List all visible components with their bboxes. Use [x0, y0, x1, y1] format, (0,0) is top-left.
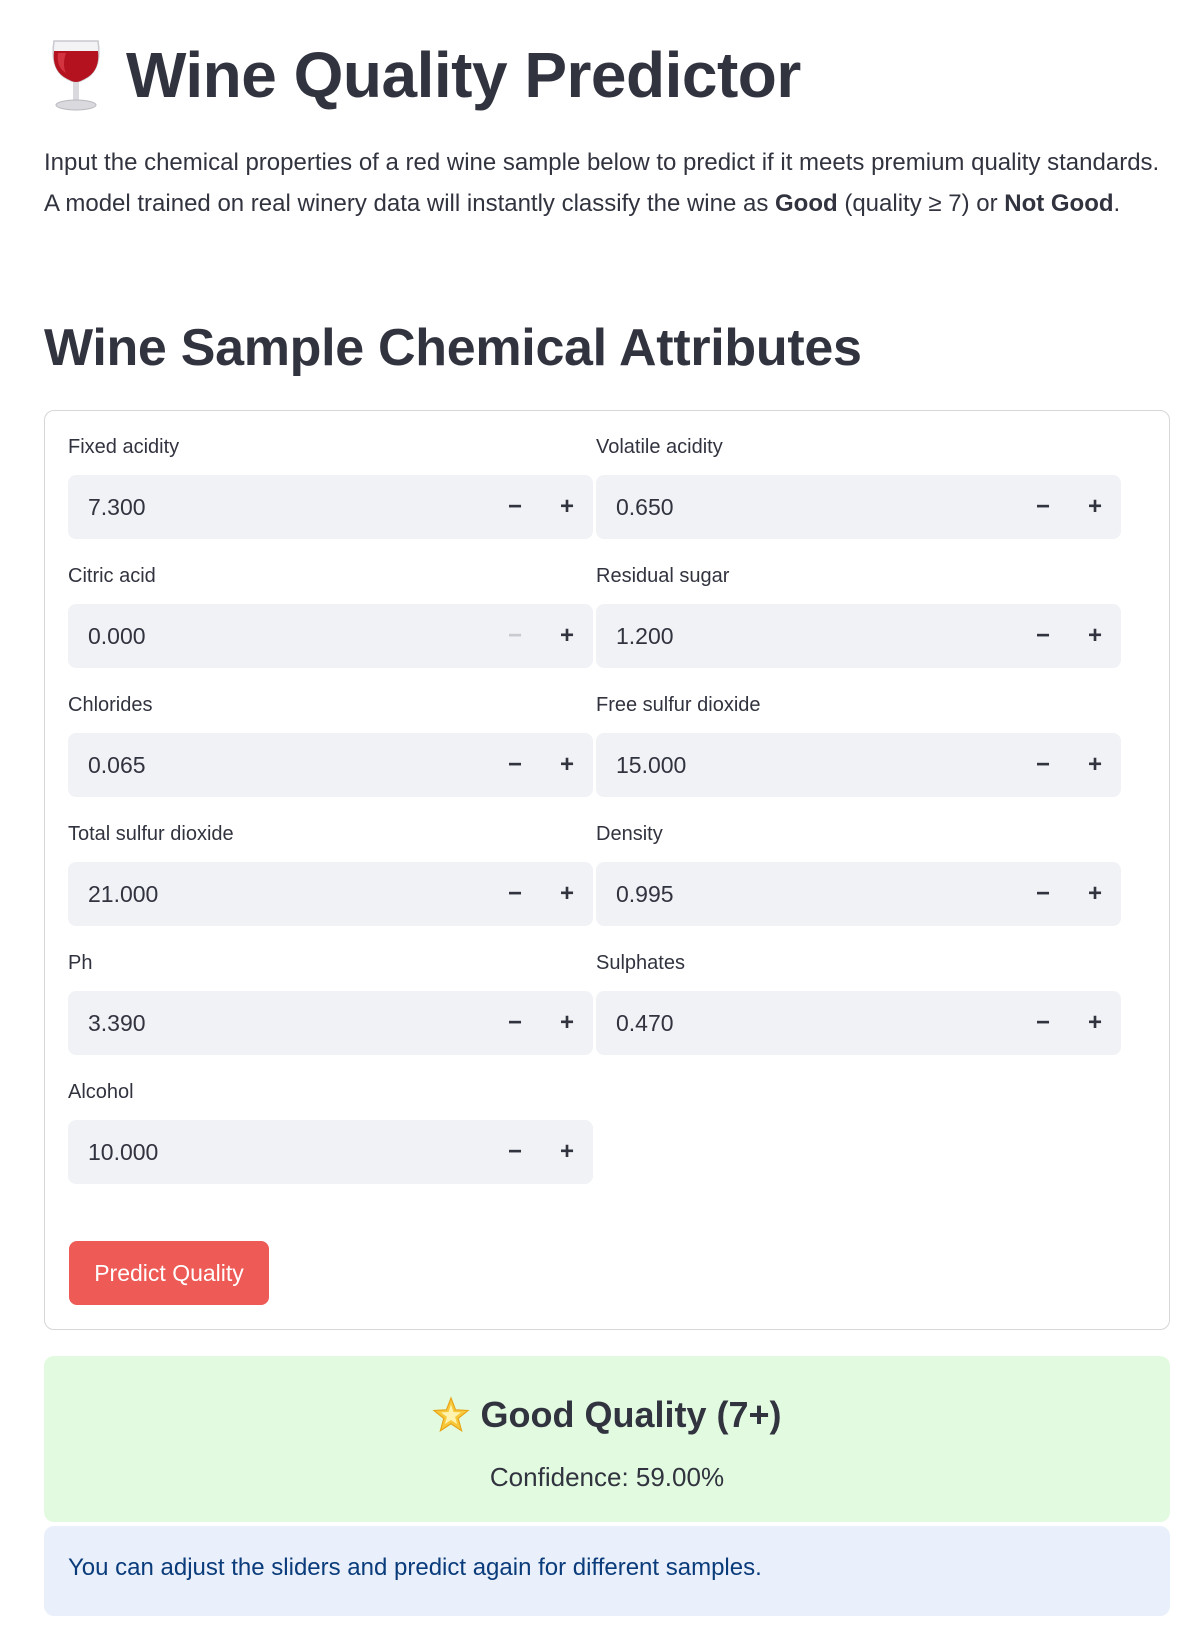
field-residual-sugar: Residual sugar 1.200 − + — [596, 560, 1121, 668]
increment-button[interactable]: + — [1069, 733, 1121, 797]
increment-button[interactable]: + — [541, 1120, 593, 1184]
field-ph: Ph 3.390 − + — [68, 947, 593, 1055]
field-label: Chlorides — [68, 694, 153, 716]
number-input: 10.000 − + — [68, 1120, 593, 1184]
field-label: Residual sugar — [596, 565, 730, 587]
number-input: 0.065 − + — [68, 733, 593, 797]
field-density: Density 0.995 − + — [596, 818, 1121, 926]
increment-button[interactable]: + — [1069, 862, 1121, 926]
field-label: Citric acid — [68, 565, 156, 587]
increment-button[interactable]: + — [1069, 475, 1121, 539]
number-input-value[interactable]: 0.650 — [596, 494, 1017, 521]
predict-quality-button[interactable]: Predict Quality — [69, 1241, 269, 1305]
page-title: Wine Quality Predictor — [44, 30, 801, 120]
decrement-button[interactable]: − — [1017, 991, 1069, 1055]
decrement-button[interactable]: − — [489, 475, 541, 539]
increment-button[interactable]: + — [541, 862, 593, 926]
intro-good-bold: Good — [775, 190, 838, 217]
number-input-value[interactable]: 21.000 — [68, 881, 489, 908]
decrement-button[interactable]: − — [489, 733, 541, 797]
decrement-button[interactable]: − — [489, 862, 541, 926]
number-input: 21.000 − + — [68, 862, 593, 926]
increment-button[interactable]: + — [541, 604, 593, 668]
number-input: 1.200 − + — [596, 604, 1121, 668]
confidence-text: Confidence: 59.00% — [489, 1462, 725, 1492]
number-input: 0.000 − + — [68, 604, 593, 668]
field-label: Total sulfur dioxide — [68, 823, 234, 845]
field-chlorides: Chlorides 0.065 − + — [68, 689, 593, 797]
field-sulphates: Sulphates 0.470 − + — [596, 947, 1121, 1055]
intro-paragraph: Input the chemical properties of a red w… — [44, 142, 1170, 224]
number-input: 0.650 − + — [596, 475, 1121, 539]
number-input-value[interactable]: 0.470 — [596, 1010, 1017, 1037]
result-heading: Good Quality (7+) — [44, 1394, 1170, 1436]
field-fixed-acidity: Fixed acidity 7.300 − + — [68, 431, 593, 539]
field-label: Ph — [68, 952, 93, 974]
wine-glass-icon — [52, 40, 100, 111]
number-input-value[interactable]: 15.000 — [596, 752, 1017, 779]
number-input-value[interactable]: 7.300 — [68, 494, 489, 521]
field-label: Free sulfur dioxide — [596, 694, 761, 716]
field-label: Sulphates — [596, 952, 685, 974]
decrement-button[interactable]: − — [489, 604, 541, 668]
decrement-button[interactable]: − — [489, 991, 541, 1055]
field-alcohol: Alcohol 10.000 − + — [68, 1076, 593, 1184]
number-input: 7.300 − + — [68, 475, 593, 539]
number-input: 15.000 − + — [596, 733, 1121, 797]
increment-button[interactable]: + — [1069, 991, 1121, 1055]
result-panel: Good Quality (7+) Confidence: 59.00% — [44, 1356, 1170, 1522]
section-title: Wine Sample Chemical Attributes — [44, 319, 862, 377]
decrement-button[interactable]: − — [1017, 733, 1069, 797]
field-total-sulfur-dioxide: Total sulfur dioxide 21.000 − + — [68, 818, 593, 926]
number-input: 3.390 − + — [68, 991, 593, 1055]
number-input: 0.995 − + — [596, 862, 1121, 926]
intro-text-2: (quality ≥ 7) or — [837, 190, 1005, 217]
result-heading-text: Good Quality (7+) — [480, 1394, 782, 1435]
number-input-value[interactable]: 3.390 — [68, 1010, 489, 1037]
increment-button[interactable]: + — [541, 475, 593, 539]
number-input: 0.470 − + — [596, 991, 1121, 1055]
page-title-text: Wine Quality Predictor — [126, 39, 801, 111]
star-icon — [432, 1396, 471, 1433]
number-input-value[interactable]: 0.000 — [68, 623, 489, 650]
decrement-button[interactable]: − — [1017, 604, 1069, 668]
field-citric-acid: Citric acid 0.000 − + — [68, 560, 593, 668]
field-label: Volatile acidity — [596, 436, 723, 458]
number-input-value[interactable]: 0.995 — [596, 881, 1017, 908]
number-input-value[interactable]: 0.065 — [68, 752, 489, 779]
intro-not-good-bold: Not Good — [1004, 190, 1114, 217]
field-label: Alcohol — [68, 1081, 134, 1103]
increment-button[interactable]: + — [541, 733, 593, 797]
number-input-value[interactable]: 10.000 — [68, 1139, 489, 1166]
decrement-button[interactable]: − — [489, 1120, 541, 1184]
intro-text-3: . — [1113, 190, 1121, 217]
field-volatile-acidity: Volatile acidity 0.650 − + — [596, 431, 1121, 539]
field-label: Density — [596, 823, 663, 845]
info-message: You can adjust the sliders and predict a… — [68, 1554, 762, 1581]
decrement-button[interactable]: − — [1017, 475, 1069, 539]
decrement-button[interactable]: − — [1017, 862, 1069, 926]
increment-button[interactable]: + — [1069, 604, 1121, 668]
increment-button[interactable]: + — [541, 991, 593, 1055]
field-free-sulfur-dioxide: Free sulfur dioxide 15.000 − + — [596, 689, 1121, 797]
number-input-value[interactable]: 1.200 — [596, 623, 1017, 650]
info-panel: You can adjust the sliders and predict a… — [44, 1526, 1170, 1616]
attributes-form: Fixed acidity 7.300 − + Volatile acidity… — [44, 410, 1170, 1330]
field-label: Fixed acidity — [68, 436, 180, 458]
